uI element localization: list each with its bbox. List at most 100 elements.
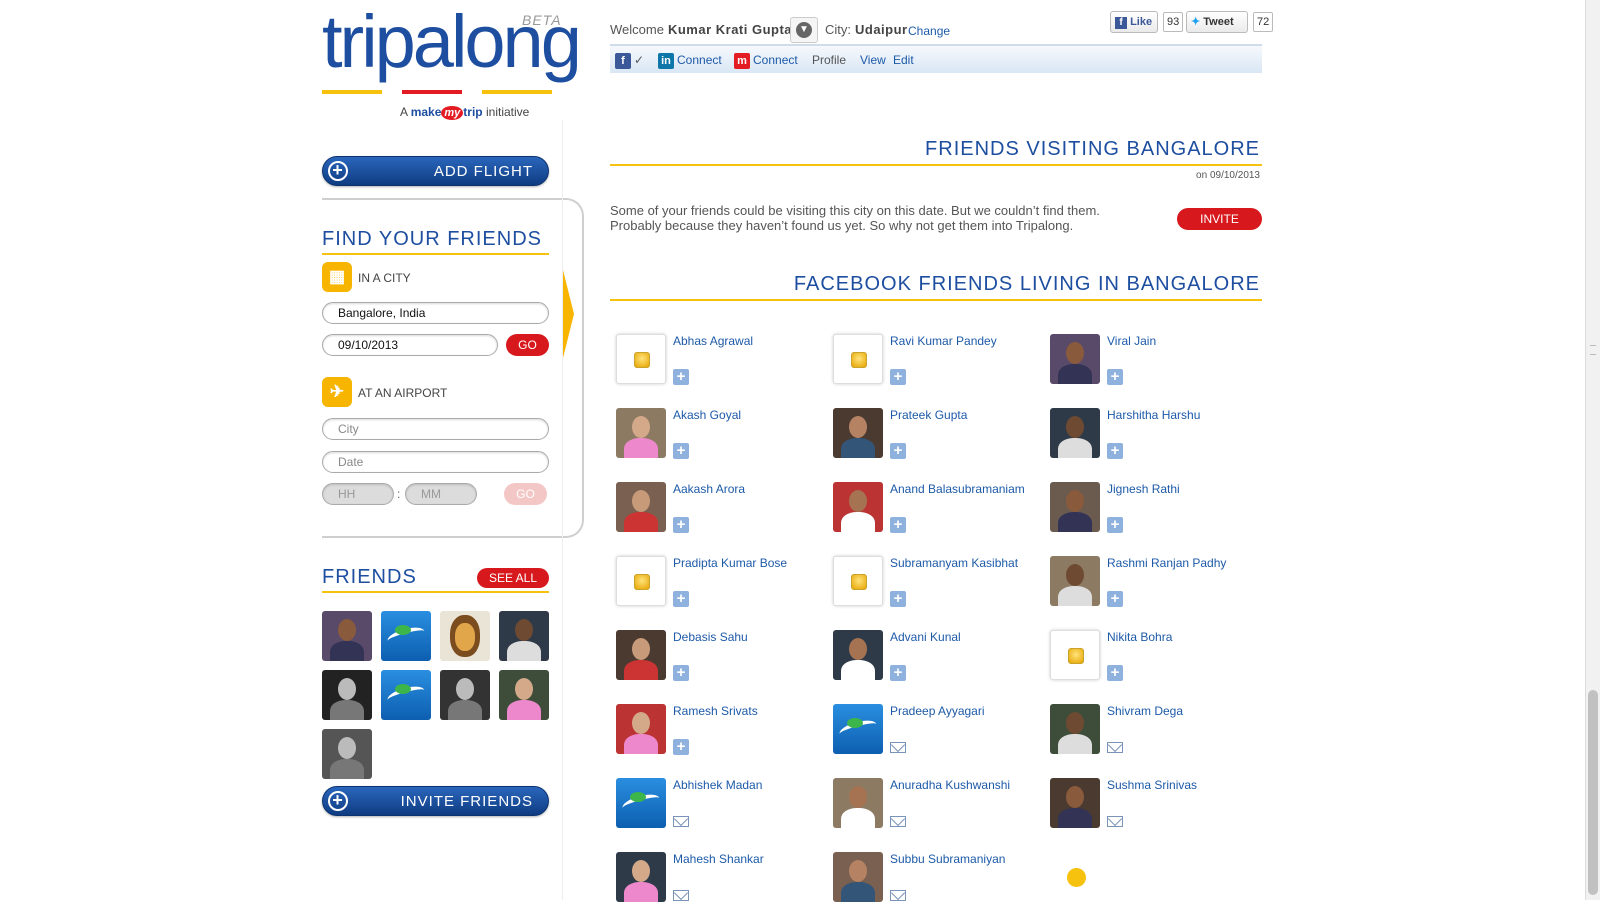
add-friend-icon[interactable]: +: [890, 517, 906, 533]
friend-name-link[interactable]: Nikita Bohra: [1107, 630, 1172, 644]
friend-name-link[interactable]: Prateek Gupta: [890, 408, 967, 422]
add-friend-icon[interactable]: +: [673, 591, 689, 607]
envelope-icon[interactable]: [1107, 742, 1123, 753]
friend-avatar[interactable]: [616, 408, 666, 458]
placeholder-avatar[interactable]: [1050, 630, 1100, 680]
placeholder-avatar[interactable]: [616, 334, 666, 384]
hour-input[interactable]: HH: [322, 483, 394, 505]
friend-avatar[interactable]: [616, 852, 666, 902]
add-flight-button[interactable]: + ADD FLIGHT: [322, 156, 549, 186]
add-friend-icon[interactable]: +: [890, 665, 906, 681]
friend-name-link[interactable]: Abhas Agrawal: [673, 334, 753, 348]
envelope-icon[interactable]: [890, 890, 906, 901]
city-go-button[interactable]: GO: [506, 334, 549, 356]
airport-city-input[interactable]: City: [322, 418, 549, 440]
linkedin-connect-link[interactable]: in Connect: [658, 53, 722, 69]
friend-avatar[interactable]: [833, 704, 883, 754]
friend-avatar[interactable]: [833, 630, 883, 680]
add-friend-icon[interactable]: +: [673, 517, 689, 533]
airport-go-button[interactable]: GO: [504, 483, 547, 505]
tweet-button[interactable]: ✦ Tweet: [1186, 11, 1248, 33]
envelope-icon[interactable]: [1107, 816, 1123, 827]
add-friend-icon[interactable]: +: [1107, 443, 1123, 459]
friend-name-link[interactable]: Aakash Arora: [673, 482, 745, 496]
friend-name-link[interactable]: Subbu Subramaniyan: [890, 852, 1005, 866]
add-friend-icon[interactable]: +: [673, 739, 689, 755]
friend-thumbnail[interactable]: [499, 611, 549, 661]
friend-avatar[interactable]: [616, 630, 666, 680]
friend-thumbnail[interactable]: [440, 670, 490, 720]
envelope-icon[interactable]: [890, 816, 906, 827]
friend-thumbnail[interactable]: [499, 670, 549, 720]
add-friend-icon[interactable]: +: [1107, 517, 1123, 533]
friend-name-link[interactable]: Pradipta Kumar Bose: [673, 556, 787, 570]
airport-date-input[interactable]: Date: [322, 451, 549, 473]
friend-name-link[interactable]: Akash Goyal: [673, 408, 741, 422]
placeholder-avatar[interactable]: [833, 334, 883, 384]
friend-avatar[interactable]: [616, 778, 666, 828]
add-friend-icon[interactable]: +: [890, 369, 906, 385]
friend-name-link[interactable]: Viral Jain: [1107, 334, 1156, 348]
add-friend-icon[interactable]: +: [673, 369, 689, 385]
facebook-like-button[interactable]: f Like: [1110, 11, 1158, 33]
friend-name-link[interactable]: Harshitha Harshu: [1107, 408, 1200, 422]
see-all-button[interactable]: SEE ALL: [477, 568, 549, 588]
add-friend-icon[interactable]: +: [890, 443, 906, 459]
friend-avatar[interactable]: [616, 482, 666, 532]
friend-thumbnail[interactable]: [322, 611, 372, 661]
friend-name-link[interactable]: Abhishek Madan: [673, 778, 762, 792]
placeholder-avatar[interactable]: [616, 556, 666, 606]
edit-profile-link[interactable]: Edit: [893, 53, 914, 67]
friend-thumbnail[interactable]: [381, 670, 431, 720]
friend-name-link[interactable]: Anand Balasubramaniam: [890, 482, 1025, 496]
add-friend-icon[interactable]: +: [1107, 591, 1123, 607]
invite-button[interactable]: INVITE: [1177, 208, 1262, 230]
friend-avatar[interactable]: [1050, 778, 1100, 828]
friend-name-link[interactable]: Ramesh Srivats: [673, 704, 758, 718]
friend-name-link[interactable]: Ravi Kumar Pandey: [890, 334, 997, 348]
friend-avatar[interactable]: [1050, 482, 1100, 532]
tripalong-logo[interactable]: tripalong BETA A make my trip initiative: [322, 2, 582, 130]
friend-name-link[interactable]: Jignesh Rathi: [1107, 482, 1180, 496]
placeholder-avatar[interactable]: [833, 556, 883, 606]
friend-thumbnail[interactable]: [322, 729, 372, 779]
view-profile-link[interactable]: View: [860, 53, 886, 67]
date-input[interactable]: 09/10/2013: [322, 334, 498, 356]
envelope-icon[interactable]: [890, 742, 906, 753]
friend-avatar[interactable]: [1050, 704, 1100, 754]
envelope-icon[interactable]: [673, 816, 689, 827]
friend-name-link[interactable]: Mahesh Shankar: [673, 852, 764, 866]
friend-name-link[interactable]: Anuradha Kushwanshi: [890, 778, 1010, 792]
friend-thumbnail[interactable]: [440, 611, 490, 661]
add-friend-icon[interactable]: +: [673, 443, 689, 459]
friend-name-link[interactable]: Shivram Dega: [1107, 704, 1183, 718]
minute-input[interactable]: MM: [405, 483, 477, 505]
invite-friends-button[interactable]: + INVITE FRIENDS: [322, 786, 549, 816]
add-friend-icon[interactable]: +: [890, 591, 906, 607]
friend-avatar[interactable]: [833, 852, 883, 902]
friend-avatar[interactable]: [1050, 556, 1100, 606]
friend-name-link[interactable]: Sushma Srinivas: [1107, 778, 1197, 792]
friend-name-link[interactable]: Pradeep Ayyagari: [890, 704, 985, 718]
city-search-input[interactable]: Bangalore, India: [322, 302, 549, 324]
friend-avatar[interactable]: [833, 482, 883, 532]
friend-avatar[interactable]: [1050, 334, 1100, 384]
add-friend-icon[interactable]: +: [1107, 369, 1123, 385]
change-city-link[interactable]: Change: [908, 24, 950, 38]
friend-name-link[interactable]: Rashmi Ranjan Padhy: [1107, 556, 1226, 570]
friend-avatar[interactable]: [833, 408, 883, 458]
makemytrip-connect-link[interactable]: m Connect: [734, 53, 798, 69]
friend-name-link[interactable]: Debasis Sahu: [673, 630, 748, 644]
friend-thumbnail[interactable]: [381, 611, 431, 661]
friend-avatar[interactable]: [833, 778, 883, 828]
friend-name-link[interactable]: Advani Kunal: [890, 630, 961, 644]
envelope-icon[interactable]: [673, 890, 689, 901]
facebook-connected[interactable]: f ✓: [615, 53, 644, 69]
add-friend-icon[interactable]: +: [1107, 665, 1123, 681]
friend-thumbnail[interactable]: [322, 670, 372, 720]
add-friend-icon[interactable]: +: [673, 665, 689, 681]
vertical-scrollbar[interactable]: [1585, 0, 1600, 900]
friend-avatar[interactable]: [1050, 408, 1100, 458]
user-menu-button[interactable]: ▼: [790, 17, 818, 43]
friend-name-link[interactable]: Subramanyam Kasibhat: [890, 556, 1018, 570]
